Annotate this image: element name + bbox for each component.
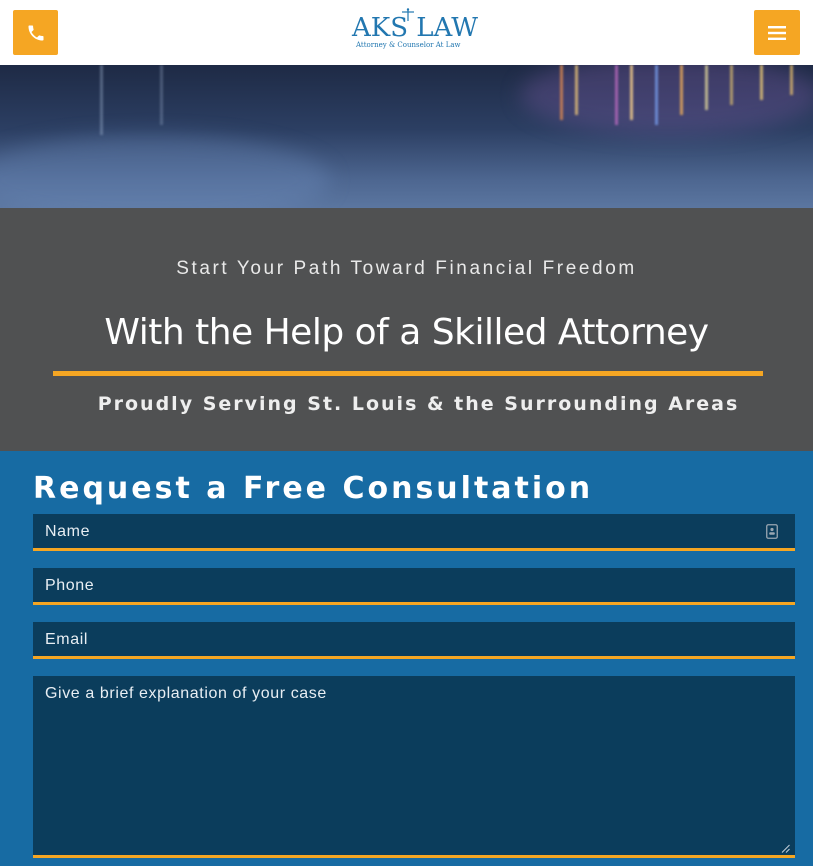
resize-grip-icon[interactable]	[781, 844, 790, 853]
form-title: Request a Free Consultation	[33, 471, 594, 506]
site-logo[interactable]: AKS LAW Attorney & Counselor At Law	[350, 8, 478, 52]
banner-kicker: Start Your Path Toward Financial Freedom	[176, 258, 637, 279]
phone-field-placeholder: Phone	[45, 577, 95, 594]
hero-image	[0, 65, 813, 208]
logo-tagline: Attorney & Counselor At Law	[356, 41, 461, 49]
email-field-placeholder: Email	[45, 631, 89, 648]
banner-divider	[53, 371, 763, 376]
email-field[interactable]: Email	[33, 622, 795, 659]
site-header: AKS LAW Attorney & Counselor At Law	[0, 0, 813, 65]
name-field-placeholder: Name	[45, 523, 91, 540]
phone-icon	[28, 25, 43, 40]
banner-subtitle: Proudly Serving St. Louis & the Surround…	[97, 393, 740, 415]
contact-card-autofill-icon[interactable]	[766, 524, 778, 539]
case-description-placeholder: Give a brief explanation of your case	[45, 685, 327, 702]
phone-field[interactable]: Phone	[33, 568, 795, 605]
hamburger-menu-icon	[768, 25, 786, 40]
case-description-textarea[interactable]: Give a brief explanation of your case	[33, 676, 795, 858]
call-button[interactable]	[13, 10, 58, 55]
menu-button[interactable]	[754, 10, 800, 55]
logo-wordmark: AKS LAW	[352, 13, 478, 43]
banner-title: With the Help of a Skilled Attorney	[104, 312, 709, 353]
name-field[interactable]: Name	[33, 514, 795, 551]
